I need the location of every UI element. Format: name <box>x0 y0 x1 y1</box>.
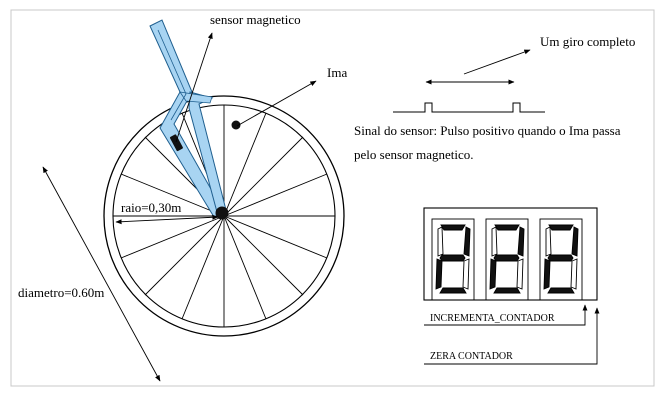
sensor-label: sensor magnetico <box>210 12 301 27</box>
radius-arrow <box>115 214 219 225</box>
digit-segment-e <box>435 258 443 290</box>
complete-turn-arrow <box>463 49 531 75</box>
display-digit <box>485 218 529 301</box>
display-digit <box>539 218 583 301</box>
digit-segment-c <box>462 258 470 290</box>
reset-label: ZERA CONTADOR <box>430 351 513 362</box>
bicycle-fork <box>149 19 227 218</box>
digit-segment-c <box>516 258 524 290</box>
digit-segment-b <box>463 226 471 257</box>
increment-label: INCREMENTA_CONTADOR <box>430 313 555 324</box>
display-digit <box>431 218 475 301</box>
signal-description-line1: Sinal do sensor: Pulso positivo quando o… <box>354 123 621 138</box>
digit-segment-a <box>494 224 520 231</box>
digit-segment-e <box>489 258 497 290</box>
digit-segment-b <box>571 226 579 257</box>
digit-segment-f <box>545 226 552 257</box>
digit-segment-a <box>548 224 574 231</box>
digit-segment-g <box>439 254 466 262</box>
digit-segment-c <box>570 258 578 290</box>
digit-segment-f <box>437 226 444 257</box>
bicycle-speed-sensor-diagram: sensor magnetico Ima raio=0,30m diametro… <box>10 9 655 387</box>
digit-segment-a <box>440 224 466 231</box>
digit-segment-e <box>543 258 551 290</box>
diameter-label: diametro=0.60m <box>18 285 104 300</box>
signal-description-line2: pelo sensor magnetico. <box>354 147 474 162</box>
digit-segment-d <box>493 287 521 294</box>
digit-segment-d <box>547 287 575 294</box>
digit-segment-f <box>491 226 498 257</box>
digit-segment-g <box>493 254 520 262</box>
digit-segment-g <box>547 254 574 262</box>
ima-pointer-arrow <box>236 80 317 127</box>
pulse-waveform <box>393 102 545 113</box>
digit-segment-b <box>517 226 525 257</box>
wheel-hub <box>215 206 229 220</box>
complete-turn-label: Um giro completo <box>540 34 635 49</box>
seven-segment-digits <box>431 218 583 301</box>
radius-label: raio=0,30m <box>121 200 181 215</box>
ima-label: Ima <box>327 65 347 80</box>
digit-segment-d <box>439 287 467 294</box>
